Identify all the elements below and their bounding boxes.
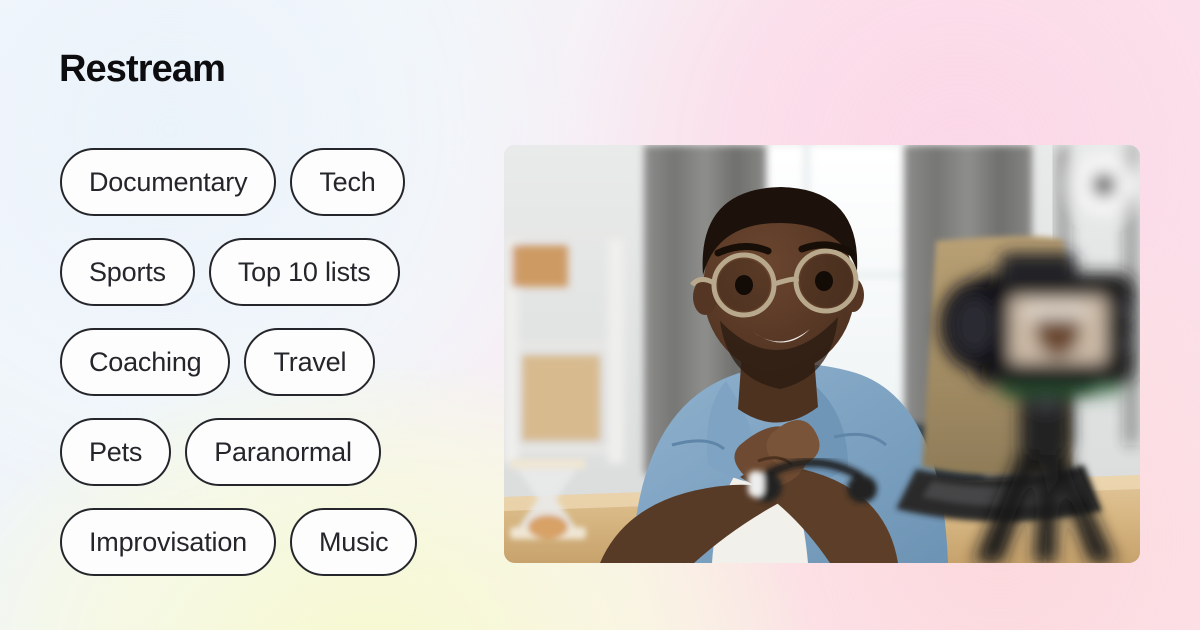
tag-paranormal[interactable]: Paranormal [185,418,381,486]
tag-row: Pets Paranormal [60,418,480,486]
tag-improvisation[interactable]: Improvisation [60,508,276,576]
tag-travel[interactable]: Travel [244,328,376,396]
tag-row: Documentary Tech [60,148,480,216]
promo-card: Restream Documentary Tech Sports Top 10 … [0,0,1200,630]
tag-row: Coaching Travel [60,328,480,396]
hero-photo-illustration [504,145,1140,563]
tag-music[interactable]: Music [289,508,418,576]
tag-top-10-lists[interactable]: Top 10 lists [208,238,400,306]
tag-row: Sports Top 10 lists [60,238,480,306]
tag-sports[interactable]: Sports [60,238,195,306]
tag-documentary[interactable]: Documentary [60,148,277,216]
brand-logo: Restream [59,48,226,90]
hero-photo [504,145,1140,563]
tag-coaching[interactable]: Coaching [60,328,231,396]
tag-cloud: Documentary Tech Sports Top 10 lists Coa… [60,148,480,576]
tag-tech[interactable]: Tech [290,148,405,216]
tag-row: Improvisation Music [60,508,480,576]
tag-pets[interactable]: Pets [60,418,172,486]
